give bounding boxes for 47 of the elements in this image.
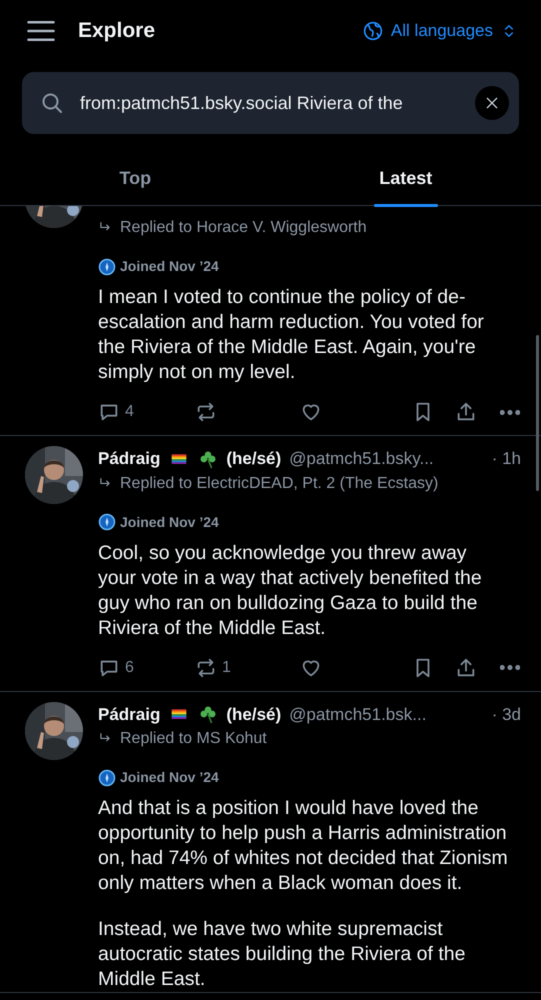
reply-button[interactable]: 6 [98,656,134,680]
author-name[interactable]: Pádraig [98,446,160,472]
new-user-badge-icon [98,258,116,276]
tab[interactable]: Latest [270,150,541,206]
shamrock-icon [198,704,218,724]
repost-icon [195,401,217,423]
repost-button[interactable] [195,401,217,423]
pronouns: (he/sé) [226,448,282,470]
share-icon [455,401,477,423]
post-text: Instead, we have two white supremacist autocratic states building the Riviera of the Middle East. [98,917,466,992]
author-handle[interactable]: @patmch51.bsky... [289,446,434,472]
search-field[interactable]: from:patmch51.bsky.social Riviera of the [80,90,459,116]
clear-button[interactable] [475,86,509,120]
more-icon [500,410,520,414]
new-user-badge-icon [98,768,116,786]
repost-icon [195,656,217,678]
joined-date: Joined Nov ’24 [120,257,219,276]
globe-icon [362,21,383,41]
post-text: Cool, so you acknowledge you threw away your vote in a way that actively benefited the guy who ran on bulldozing Gaza to build the Riviera of the Middle East. [98,540,483,640]
joined-date: Joined Nov ’24 [120,512,219,532]
more-button[interactable] [500,410,520,414]
replied-to-text: Replied to MS Kohut [120,729,267,749]
replied-to-text: Replied to Horace V. Wigglesworth [120,218,367,238]
replied-to-text: Replied to ElectricDEAD, Pt. 2 (The Ecstasy) [120,474,438,494]
reply-button[interactable]: 4 [98,400,134,424]
search-bar[interactable]: from:patmch51.bsky.social Riviera of the [22,72,519,134]
shamrock-icon [198,448,218,469]
pronouns: (he/sé) [226,704,282,726]
search-icon [40,91,64,115]
repost-button[interactable]: 1 [195,656,231,680]
more-button[interactable] [500,665,520,670]
post-time: · 1h [492,448,521,470]
close-icon [484,95,500,111]
author-name[interactable]: Pádraig [98,702,160,727]
post-text: I mean I voted to continue the policy of de-escalation and harm reduction. You voted for the Riviera of the Middle East. Again, you're simply not on my level. [98,285,485,385]
share-button[interactable] [455,656,477,678]
post-text: And that is a position I would have loved the opportunity to help push a Harris administration on, had 74% of whites not decided that Zionism only matters when a Black woman does it. [98,796,508,896]
share-button[interactable] [455,401,477,423]
language-selector[interactable]: All languages [362,18,517,44]
joined-date: Joined Nov ’24 [120,768,219,787]
tab[interactable]: Top [0,150,270,206]
page-title: Explore [78,18,156,44]
more-icon [500,665,520,670]
share-icon [455,656,477,678]
post-time: · 3d [492,704,521,726]
new-user-badge-icon [98,513,116,531]
author-handle[interactable]: @patmch51.bsk... [289,702,426,727]
